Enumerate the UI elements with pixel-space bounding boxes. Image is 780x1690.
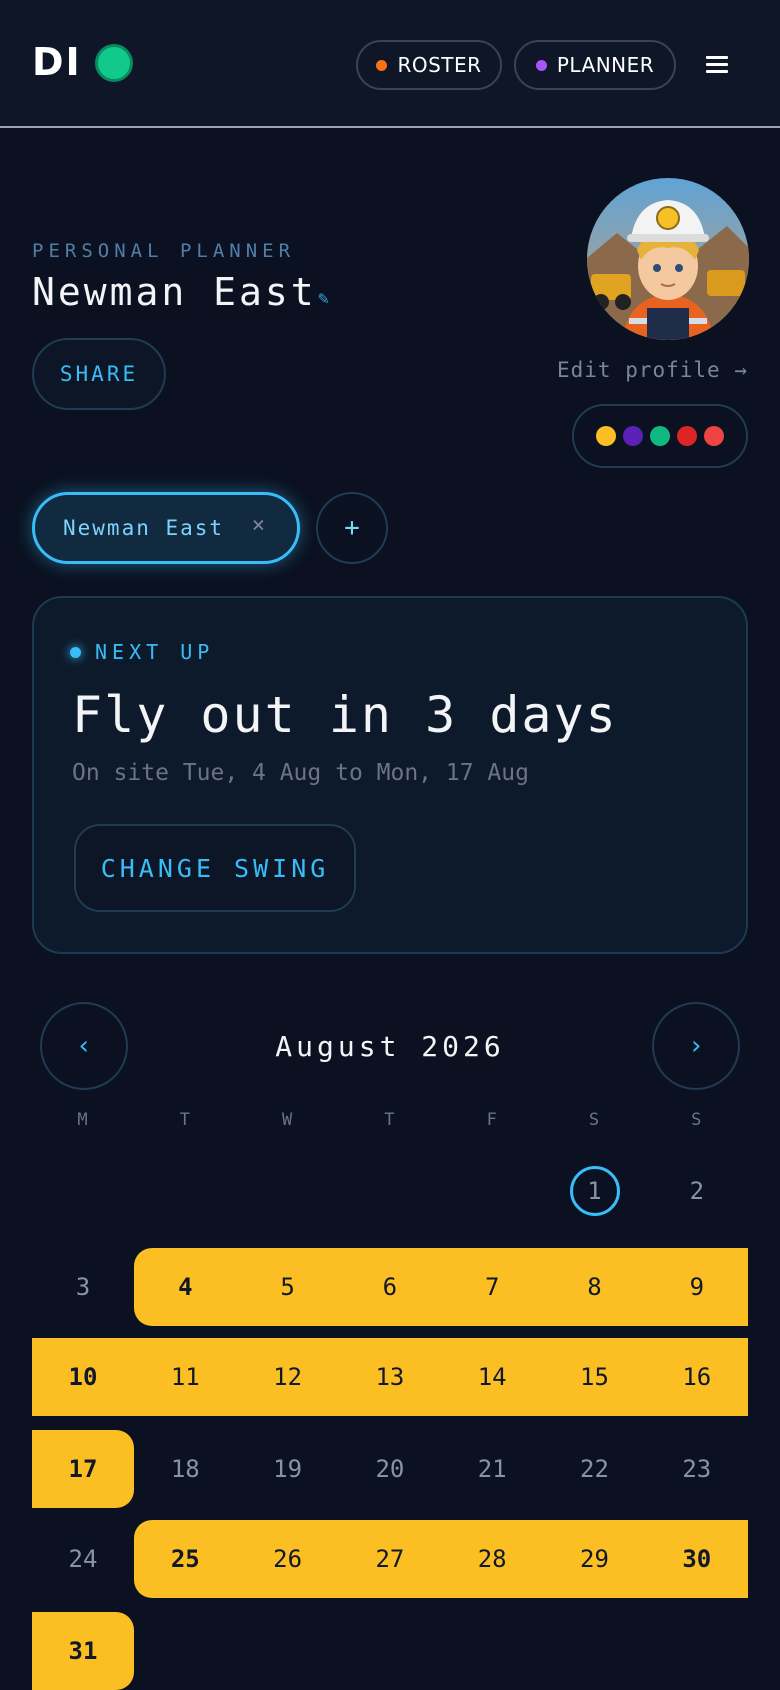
calendar-day[interactable]: 26 — [237, 1520, 339, 1598]
remove-site-icon[interactable]: × — [252, 513, 267, 538]
avatar[interactable] — [587, 178, 749, 340]
calendar-day[interactable]: 7 — [441, 1248, 543, 1326]
calendar-day[interactable]: 27 — [339, 1520, 441, 1598]
nav-planner-button[interactable]: PLANNER — [514, 40, 676, 90]
calendar-day[interactable]: 8 — [544, 1248, 646, 1326]
calendar-day[interactable]: 5 — [237, 1248, 339, 1326]
nav-planner-label: PLANNER — [556, 53, 655, 77]
calendar-day[interactable]: 4 — [134, 1248, 236, 1326]
calendar-day[interactable]: 14 — [441, 1338, 543, 1416]
planner-eyebrow: PERSONAL PLANNER — [32, 240, 296, 262]
swatch-red[interactable] — [677, 426, 697, 446]
calendar-day[interactable]: 31 — [32, 1612, 134, 1690]
calendar-day[interactable]: 13 — [339, 1338, 441, 1416]
change-swing-button[interactable]: CHANGE SWING — [74, 824, 356, 912]
nav-roster-button[interactable]: ROSTER — [356, 40, 502, 90]
next-up-dot-icon — [70, 646, 81, 658]
color-swatch-picker[interactable] — [572, 404, 748, 468]
hamburger-menu-icon[interactable] — [706, 56, 728, 74]
calendar-day[interactable]: 23 — [646, 1430, 748, 1508]
next-up-title: Fly out in 3 days — [72, 686, 618, 744]
weekday-header: T — [384, 1110, 396, 1130]
next-up-subtitle: On site Tue, 4 Aug to Mon, 17 Aug — [72, 760, 529, 786]
swatch-purple[interactable] — [623, 426, 643, 446]
app-logo[interactable]: DI — [32, 40, 82, 84]
calendar-day[interactable]: 18 — [134, 1430, 236, 1508]
calendar-day[interactable]: 17 — [32, 1430, 134, 1508]
calendar-day[interactable]: 25 — [134, 1520, 236, 1598]
calendar-day[interactable]: 21 — [441, 1430, 543, 1508]
share-button[interactable]: SHARE — [32, 338, 166, 410]
planner-title: Newman East — [32, 270, 317, 314]
edit-title-pencil-icon[interactable]: ✎ — [318, 288, 329, 309]
calendar-day[interactable]: 29 — [544, 1520, 646, 1598]
calendar-day[interactable]: 30 — [646, 1520, 748, 1598]
next-up-label: NEXT UP — [95, 640, 215, 664]
calendar-day[interactable]: 11 — [134, 1338, 236, 1416]
swatch-red-light[interactable] — [704, 426, 724, 446]
weekday-header: S — [691, 1110, 703, 1130]
calendar-day[interactable]: 10 — [32, 1338, 134, 1416]
next-month-button[interactable]: › — [652, 1002, 740, 1090]
status-indicator-icon — [95, 44, 133, 82]
calendar-day[interactable]: 28 — [441, 1520, 543, 1598]
calendar-day[interactable]: 22 — [544, 1430, 646, 1508]
calendar-day[interactable]: 12 — [237, 1338, 339, 1416]
swatch-green[interactable] — [650, 426, 670, 446]
weekday-header: S — [588, 1110, 601, 1130]
site-chip-newman-east[interactable]: Newman East × — [32, 492, 300, 564]
calendar-day[interactable]: 24 — [32, 1520, 134, 1598]
calendar-day[interactable]: 2 — [646, 1152, 748, 1230]
weekday-header: T — [179, 1110, 191, 1130]
calendar-day[interactable]: 16 — [646, 1338, 748, 1416]
planner-dot-icon — [535, 59, 547, 71]
weekday-header: F — [486, 1110, 498, 1130]
weekday-header: W — [281, 1110, 294, 1130]
next-up-heading: NEXT UP — [70, 640, 214, 664]
weekday-header: M — [77, 1110, 89, 1130]
site-chip-label: Newman East — [63, 516, 225, 540]
calendar-day[interactable]: 9 — [646, 1248, 748, 1326]
calendar-day-today[interactable]: 1 — [544, 1152, 646, 1230]
top-bar: DI ROSTER PLANNER — [0, 0, 780, 128]
calendar-day[interactable]: 20 — [339, 1430, 441, 1508]
edit-profile-link[interactable]: Edit profile → — [557, 358, 748, 382]
calendar-day[interactable]: 3 — [32, 1248, 134, 1326]
nav-roster-label: ROSTER — [397, 53, 482, 77]
calendar-day[interactable]: 15 — [544, 1338, 646, 1416]
roster-dot-icon — [376, 59, 388, 71]
add-site-button[interactable]: + — [316, 492, 388, 564]
calendar-day[interactable]: 6 — [339, 1248, 441, 1326]
calendar-day[interactable]: 19 — [237, 1430, 339, 1508]
swatch-yellow[interactable] — [596, 426, 616, 446]
